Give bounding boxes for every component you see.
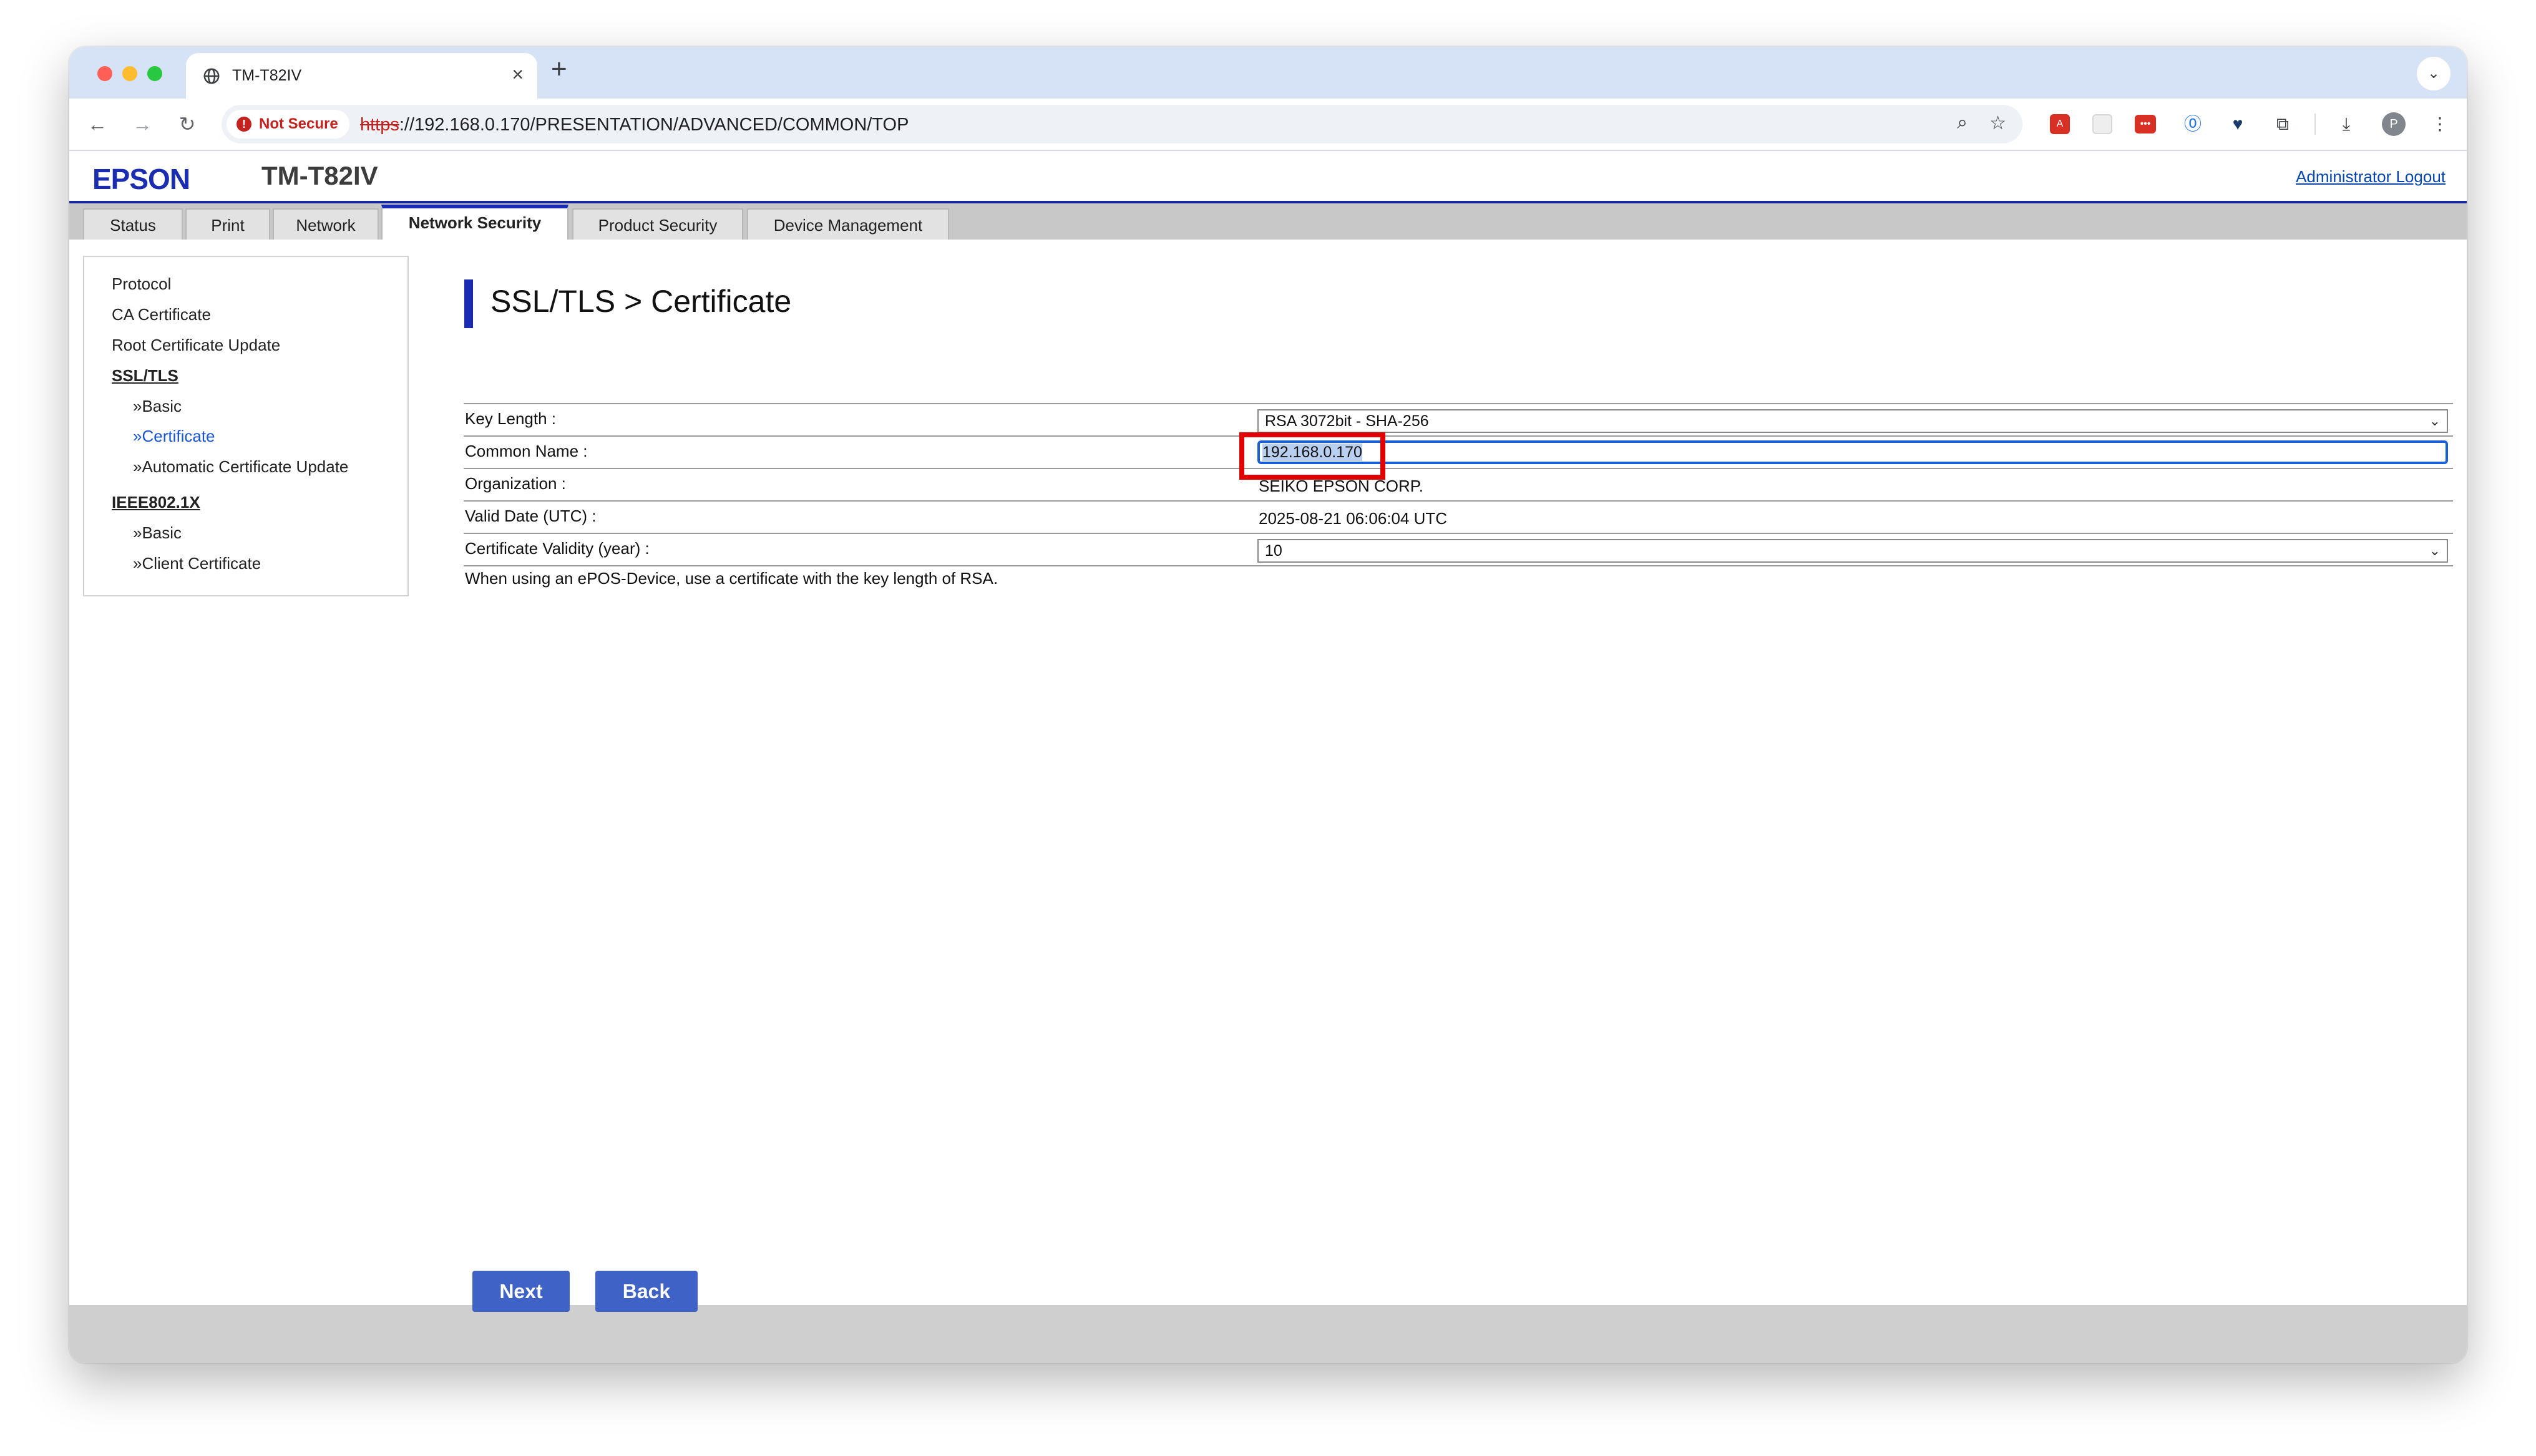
form-row-certificate-validity: Certificate Validity (year) : 10 ⌄: [464, 533, 2453, 566]
browser-toolbar: ← → ↻ ! Not Secure https://192.168.0.170…: [69, 99, 2467, 151]
blank-extension-icon[interactable]: [2092, 114, 2112, 134]
content-area: [83, 240, 2453, 1305]
web-page: EPSON TM-T82IV Administrator Logout Stat…: [69, 151, 2467, 1363]
browser-tab[interactable]: TM-T82IV ×: [186, 53, 537, 99]
dots-extension-icon[interactable]: •••: [2135, 115, 2156, 133]
key-length-value: RSA 3072bit - SHA-256: [1265, 412, 1429, 430]
valid-date-label: Valid Date (UTC) :: [465, 507, 597, 525]
maximize-window-button[interactable]: [147, 66, 162, 81]
sidebar-item-automatic-certificate-update[interactable]: »Automatic Certificate Update: [133, 457, 348, 477]
tab-network[interactable]: Network: [273, 208, 379, 240]
certificate-validity-label: Certificate Validity (year) :: [465, 539, 650, 558]
back-button[interactable]: Back: [595, 1271, 698, 1312]
certificate-form: Key Length : RSA 3072bit - SHA-256 ⌄ Com…: [464, 403, 2453, 566]
reload-icon[interactable]: ↻: [173, 110, 202, 138]
new-tab-button[interactable]: +: [551, 56, 567, 83]
toolbar-divider: [2314, 114, 2316, 135]
password-manager-icon[interactable]: ⓪: [2180, 111, 2206, 137]
bookmark-star-icon[interactable]: ☆: [1989, 112, 2006, 134]
download-icon[interactable]: ⤓: [2333, 111, 2359, 137]
tab-device-management[interactable]: Device Management: [747, 208, 949, 240]
zoom-icon[interactable]: ⌕: [1957, 112, 1968, 133]
url-text[interactable]: https://192.168.0.170/PRESENTATION/ADVAN…: [360, 115, 909, 135]
tab-strip: TM-T82IV × + ⌄: [69, 47, 2467, 99]
minimize-window-button[interactable]: [122, 66, 137, 81]
pdf-extension-icon[interactable]: A: [2050, 114, 2070, 134]
main-tabs: Status Print Network Network Security Pr…: [69, 203, 2467, 240]
chevron-down-icon: ⌄: [2429, 413, 2441, 429]
sidebar-item-client-certificate[interactable]: »Client Certificate: [133, 554, 261, 573]
sidebar-menu: Protocol CA Certificate Root Certificate…: [83, 256, 409, 596]
tab-title: TM-T82IV: [232, 67, 302, 84]
sidebar-section-ssl-tls: SSL/TLS: [112, 366, 178, 385]
tab-product-security[interactable]: Product Security: [572, 208, 743, 240]
browser-menu-icon[interactable]: ⋮: [2427, 111, 2453, 137]
admin-logout-link[interactable]: Administrator Logout: [2296, 167, 2446, 187]
globe-icon: [203, 68, 220, 84]
rsa-note: When using an ePOS-Device, use a certifi…: [465, 569, 998, 588]
tab-close-icon[interactable]: ×: [512, 64, 524, 84]
security-indicator[interactable]: ! Not Secure: [227, 110, 349, 138]
page-title: SSL/TLS > Certificate: [490, 284, 792, 319]
chevron-down-icon: ⌄: [2429, 543, 2441, 558]
sidebar-item-ca-certificate[interactable]: CA Certificate: [112, 305, 211, 324]
common-name-input[interactable]: 192.168.0.170: [1257, 440, 2448, 464]
sidebar-item-certificate[interactable]: »Certificate: [133, 427, 215, 446]
sidebar-item-ieee-basic[interactable]: »Basic: [133, 523, 182, 543]
tab-search-icon[interactable]: ⌄: [2417, 57, 2451, 90]
sidebar-item-protocol[interactable]: Protocol: [112, 274, 171, 294]
heart-extension-icon[interactable]: ♥: [2225, 111, 2251, 137]
profile-avatar[interactable]: P: [2382, 112, 2406, 136]
title-accent-bar: [464, 279, 473, 328]
certificate-validity-value: 10: [1265, 542, 1282, 560]
sidebar-section-ieee8021x: IEEE802.1X: [112, 493, 200, 512]
epson-logo: EPSON: [92, 163, 190, 195]
extensions-puzzle-icon[interactable]: ⧉: [2270, 111, 2296, 137]
form-row-organization: Organization : SEIKO EPSON CORP.: [464, 468, 2453, 500]
valid-date-value: 2025-08-21 06:06:04 UTC: [1259, 509, 1448, 528]
form-row-valid-date: Valid Date (UTC) : 2025-08-21 06:06:04 U…: [464, 500, 2453, 533]
not-secure-label: Not Secure: [259, 115, 338, 132]
url-scheme: https: [360, 115, 399, 135]
organization-label: Organization :: [465, 474, 566, 493]
sidebar-item-root-certificate-update[interactable]: Root Certificate Update: [112, 336, 280, 355]
close-window-button[interactable]: [97, 66, 112, 81]
url-path: ://192.168.0.170/PRESENTATION/ADVANCED/C…: [399, 115, 909, 135]
back-arrow-icon[interactable]: ←: [83, 110, 112, 138]
tab-status[interactable]: Status: [83, 208, 183, 240]
sidebar-item-ssl-basic[interactable]: »Basic: [133, 397, 182, 416]
tab-print[interactable]: Print: [185, 208, 270, 240]
warning-icon: !: [237, 117, 251, 132]
key-length-label: Key Length :: [465, 409, 556, 428]
key-length-select[interactable]: RSA 3072bit - SHA-256 ⌄: [1257, 409, 2448, 433]
annotation-highlight-box: [1239, 432, 1385, 480]
browser-window: TM-T82IV × + ⌄ ← → ↻ ! Not Secure https:…: [69, 47, 2467, 1363]
page-footer-bar: [69, 1305, 2467, 1363]
address-bar[interactable]: ! Not Secure https://192.168.0.170/PRESE…: [222, 105, 2022, 143]
tab-network-security[interactable]: Network Security: [381, 205, 568, 240]
next-button[interactable]: Next: [472, 1271, 570, 1312]
forward-arrow-icon[interactable]: →: [128, 110, 157, 138]
epson-header: EPSON TM-T82IV Administrator Logout: [69, 151, 2467, 203]
common-name-label: Common Name :: [465, 442, 588, 460]
certificate-validity-select[interactable]: 10 ⌄: [1257, 539, 2448, 563]
printer-model: TM-T82IV: [261, 161, 378, 190]
form-row-key-length: Key Length : RSA 3072bit - SHA-256 ⌄: [464, 403, 2453, 435]
form-row-common-name: Common Name : 192.168.0.170: [464, 435, 2453, 468]
